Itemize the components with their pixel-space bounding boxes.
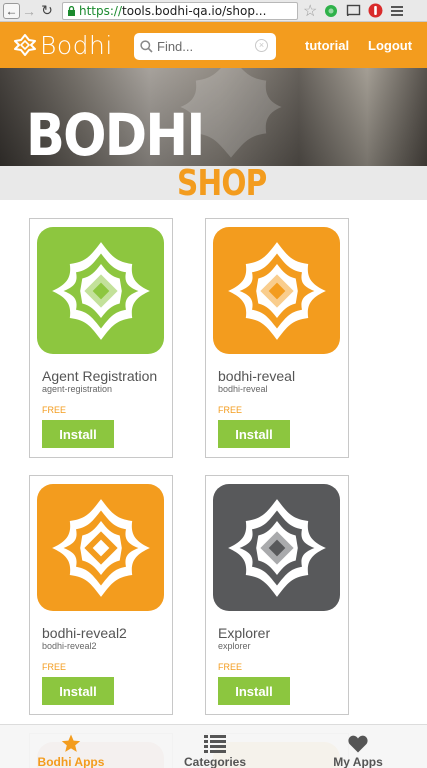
- url-text: tools.bodhi-qa.io/shop...: [122, 3, 267, 18]
- app-id: agent-registration: [42, 384, 113, 394]
- app-price: FREE: [42, 405, 67, 415]
- app-icon[interactable]: [213, 484, 340, 611]
- back-arrow-icon[interactable]: ←: [3, 2, 20, 19]
- nav-label: My Apps: [333, 755, 383, 768]
- bodhi-lotus-icon: [227, 498, 326, 597]
- list-icon: [204, 730, 226, 753]
- evernote-extension-icon[interactable]: [323, 3, 339, 19]
- address-bar[interactable]: https://tools.bodhi-qa.io/shop...: [62, 1, 298, 20]
- bookmark-star-icon[interactable]: ☆: [303, 1, 317, 21]
- app-name[interactable]: Agent Registration: [42, 368, 157, 384]
- search-input[interactable]: [157, 36, 253, 57]
- app-id: bodhi-reveal2: [42, 641, 97, 651]
- heart-icon: [348, 730, 368, 753]
- install-button[interactable]: Install: [42, 677, 114, 705]
- forward-arrow-icon[interactable]: →: [20, 2, 38, 20]
- browser-toolbar: ← → ↻ https://tools.bodhi-qa.io/shop... …: [0, 0, 427, 22]
- app-name[interactable]: bodhi-reveal2: [42, 625, 127, 641]
- app-card[interactable]: bodhi-reveal bodhi-reveal FREE Install: [205, 218, 349, 458]
- bodhi-lotus-icon: [227, 241, 326, 340]
- lock-icon: [68, 5, 75, 16]
- shop-banner-image: BODHI: [0, 68, 427, 166]
- nav-categories[interactable]: Categories: [180, 725, 250, 768]
- url-scheme: https://: [79, 3, 123, 18]
- tutorial-link[interactable]: tutorial: [305, 38, 349, 53]
- bottom-nav: Bodhi Apps Categories My Apps: [0, 724, 427, 768]
- app-icon[interactable]: [37, 484, 164, 611]
- install-button[interactable]: Install: [42, 420, 114, 448]
- app-card[interactable]: Explorer explorer FREE Install: [205, 475, 349, 715]
- app-id: explorer: [218, 641, 251, 651]
- reload-icon[interactable]: ↻: [38, 2, 56, 20]
- browser-menu-icon[interactable]: [391, 4, 404, 18]
- nav-my-apps[interactable]: My Apps: [328, 725, 388, 768]
- app-price: FREE: [218, 662, 243, 672]
- cast-icon[interactable]: [345, 3, 361, 19]
- install-button[interactable]: Install: [218, 677, 290, 705]
- nav-bodhi-apps[interactable]: Bodhi Apps: [36, 725, 106, 768]
- bodhi-lotus-icon: [51, 241, 150, 340]
- app-id: bodhi-reveal: [218, 384, 268, 394]
- app-name[interactable]: Explorer: [218, 625, 270, 641]
- search-box[interactable]: ×: [134, 33, 276, 60]
- install-button[interactable]: Install: [218, 420, 290, 448]
- app-icon[interactable]: [213, 227, 340, 354]
- bodhi-lotus-icon: [14, 34, 36, 56]
- nav-label: Categories: [183, 755, 247, 768]
- bodhi-lotus-icon: [51, 498, 150, 597]
- banner-subtitle: SHOP: [177, 163, 267, 204]
- app-icon[interactable]: [37, 227, 164, 354]
- search-icon: [140, 40, 153, 53]
- app-header: Bodhi × tutorial Logout: [0, 22, 427, 68]
- logout-link[interactable]: Logout: [368, 38, 412, 53]
- logo-text: Bodhi: [40, 30, 113, 60]
- adblock-extension-icon[interactable]: [367, 3, 383, 19]
- app-price: FREE: [218, 405, 243, 415]
- app-name[interactable]: bodhi-reveal: [218, 368, 295, 384]
- banner-title: BODHI: [26, 101, 205, 166]
- clear-search-icon[interactable]: ×: [255, 39, 268, 52]
- nav-label: Bodhi Apps: [37, 755, 105, 768]
- app-price: FREE: [42, 662, 67, 672]
- bodhi-logo[interactable]: Bodhi: [14, 31, 113, 60]
- star-icon: [61, 730, 81, 753]
- app-card[interactable]: Agent Registration agent-registration FR…: [29, 218, 173, 458]
- app-card[interactable]: bodhi-reveal2 bodhi-reveal2 FREE Install: [29, 475, 173, 715]
